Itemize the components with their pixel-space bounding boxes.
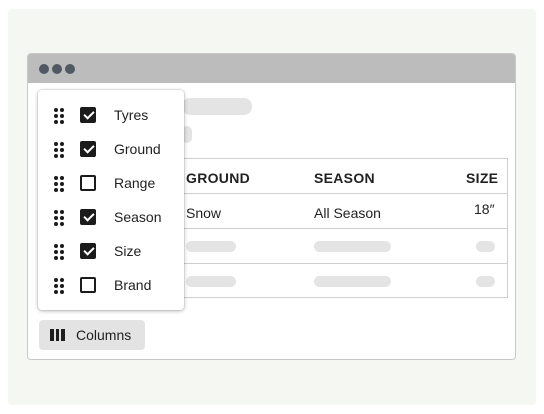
data-table: GROUND SEASON SIZE Snow All Season 18″ <box>182 158 508 298</box>
column-header-size[interactable]: SIZE <box>466 170 498 186</box>
columns-icon <box>50 329 66 341</box>
column-menu-item-range[interactable]: Range <box>38 166 184 200</box>
column-menu-item-size[interactable]: Size <box>38 234 184 268</box>
table-row-placeholder <box>183 263 507 298</box>
drag-handle-icon[interactable] <box>54 142 64 158</box>
column-menu-item-season[interactable]: Season <box>38 200 184 234</box>
cell-ground: Snow <box>186 205 222 221</box>
skeleton-cell <box>314 276 391 287</box>
skeleton-cell <box>186 241 236 252</box>
column-menu-item-ground[interactable]: Ground <box>38 132 184 166</box>
columns-button-label: Columns <box>76 327 132 343</box>
skeleton-cell <box>186 276 236 287</box>
drag-handle-icon[interactable] <box>54 244 64 260</box>
column-checkbox[interactable] <box>80 209 96 225</box>
window-dot-icon <box>52 64 62 74</box>
drag-handle-icon[interactable] <box>54 108 64 124</box>
column-checkbox[interactable] <box>80 175 96 191</box>
window-dot-icon <box>39 64 49 74</box>
column-menu-label: Brand <box>114 277 152 293</box>
column-checkbox[interactable] <box>80 141 96 157</box>
column-menu-item-brand[interactable]: Brand <box>38 268 184 302</box>
table-row-placeholder <box>183 228 507 263</box>
drag-handle-icon[interactable] <box>54 210 64 226</box>
cell-size: 18″ <box>474 201 495 217</box>
column-header-ground[interactable]: GROUND <box>186 170 250 186</box>
drag-handle-icon[interactable] <box>54 176 64 192</box>
column-menu-item-tyres[interactable]: Tyres <box>38 98 184 132</box>
column-checkbox[interactable] <box>80 243 96 259</box>
cell-season: All Season <box>314 205 381 221</box>
window-dot-icon <box>65 64 75 74</box>
column-visibility-menu: Tyres Ground Range Season Size Brand <box>38 90 184 310</box>
table-row[interactable]: Snow All Season 18″ <box>183 193 507 228</box>
column-checkbox[interactable] <box>80 277 96 293</box>
column-checkbox[interactable] <box>80 107 96 123</box>
column-menu-label: Season <box>114 209 162 225</box>
skeleton-cell <box>314 241 391 252</box>
skeleton-title <box>182 98 252 115</box>
skeleton-cell <box>476 276 495 287</box>
drag-handle-icon[interactable] <box>54 278 64 294</box>
column-menu-label: Tyres <box>114 107 149 123</box>
column-menu-label: Size <box>114 243 142 259</box>
skeleton-cell <box>476 241 495 252</box>
columns-button[interactable]: Columns <box>39 320 145 350</box>
table-header-row: GROUND SEASON SIZE <box>183 159 507 194</box>
column-header-season[interactable]: SEASON <box>314 170 375 186</box>
column-menu-label: Range <box>114 175 156 191</box>
column-menu-label: Ground <box>114 141 161 157</box>
window-titlebar <box>28 54 515 83</box>
